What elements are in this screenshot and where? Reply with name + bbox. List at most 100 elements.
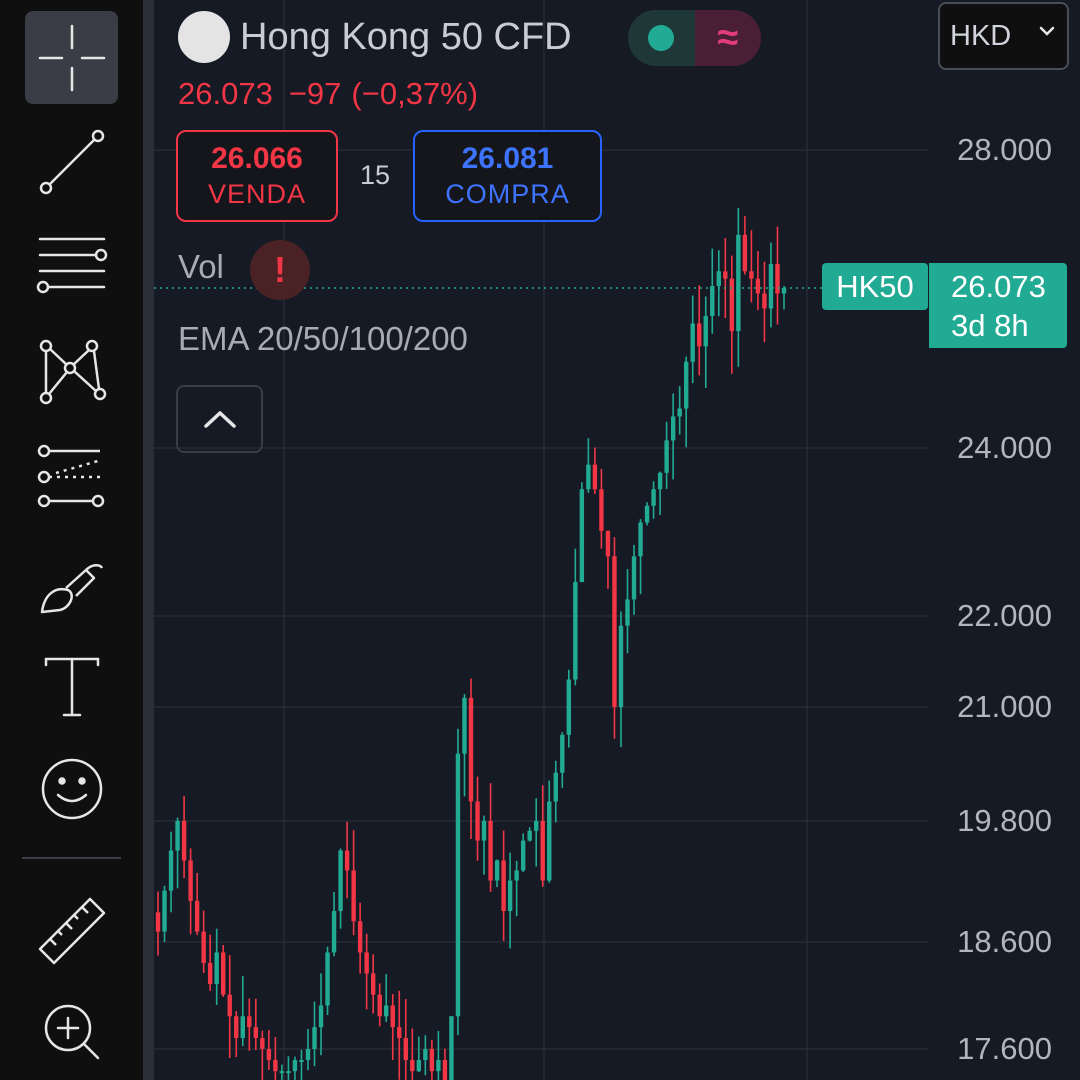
- candle: [325, 946, 330, 1016]
- candle-body: [462, 697, 467, 754]
- brush-tool[interactable]: [25, 535, 118, 628]
- candle: [670, 393, 676, 480]
- candle-body: [631, 556, 637, 600]
- zoom-in-tool[interactable]: [25, 985, 118, 1078]
- candle-body: [201, 931, 206, 963]
- candle-body: [781, 288, 787, 294]
- candle: [560, 732, 565, 788]
- candle-body: [566, 679, 572, 735]
- candle: [207, 934, 213, 991]
- candle: [710, 248, 715, 334]
- candle: [416, 1036, 422, 1073]
- candle-body: [527, 830, 532, 841]
- candle-body: [299, 1060, 304, 1063]
- candle: [755, 251, 761, 311]
- candle-body: [442, 1060, 448, 1080]
- candle: [436, 1031, 441, 1080]
- candle-body: [390, 1005, 395, 1028]
- candle-body: [573, 582, 578, 680]
- text-tool[interactable]: [25, 640, 118, 733]
- market-status-pill[interactable]: ≈: [628, 10, 761, 66]
- candle-body: [338, 850, 343, 912]
- last-price-tag: 26.073 3d 8h: [929, 263, 1067, 348]
- symbol-header[interactable]: Hong Kong 50 CFD: [178, 10, 572, 64]
- candle-body: [194, 900, 200, 932]
- sell-label: VENDA: [207, 179, 307, 209]
- candle-body: [579, 489, 585, 583]
- candle-body: [723, 271, 728, 279]
- trend-line-icon: [39, 129, 104, 194]
- volume-alert-icon[interactable]: !: [250, 240, 310, 300]
- candle-body: [253, 1027, 259, 1039]
- candle-body: [370, 973, 376, 995]
- candle: [442, 1048, 448, 1080]
- candle-body: [397, 1027, 402, 1039]
- ruler-tool[interactable]: [25, 884, 118, 977]
- candle-body: [586, 464, 591, 490]
- spread-value: 15: [360, 160, 391, 190]
- currency-select[interactable]: HKD: [938, 2, 1069, 70]
- candle: [194, 872, 200, 935]
- candle: [292, 1056, 298, 1080]
- candle-body: [553, 772, 558, 802]
- candle-body: [749, 271, 754, 279]
- candle: [423, 1035, 428, 1076]
- ema-indicator-label[interactable]: EMA 20/50/100/200: [178, 320, 468, 358]
- forecast-tool[interactable]: [25, 430, 118, 523]
- horizontal-lines-tool[interactable]: [25, 220, 118, 313]
- candle: [370, 954, 376, 1014]
- candle-body: [534, 820, 539, 831]
- candle: [181, 795, 187, 879]
- candle-body: [520, 840, 526, 871]
- candle-body: [227, 994, 232, 1017]
- candle-body: [364, 952, 369, 974]
- candle: [599, 468, 604, 549]
- candle-body: [612, 556, 617, 708]
- collapse-legend-button[interactable]: [176, 385, 263, 453]
- candle: [331, 891, 337, 957]
- candle-body: [468, 697, 474, 802]
- candle-body: [168, 850, 174, 891]
- buy-button[interactable]: 26.081 COMPRA: [413, 130, 602, 222]
- candle-body: [690, 323, 695, 362]
- candle: [481, 815, 487, 875]
- candle: [768, 242, 774, 328]
- crosshair-tool[interactable]: [25, 11, 118, 104]
- candle-body: [644, 505, 650, 523]
- candle: [299, 1049, 304, 1080]
- candle-body: [507, 880, 513, 912]
- candle: [221, 944, 226, 997]
- emoji-tool[interactable]: [25, 742, 118, 835]
- candle-body: [716, 271, 721, 287]
- sell-button[interactable]: 26.066 VENDA: [176, 130, 338, 222]
- text-icon: [44, 657, 99, 716]
- candle: [351, 830, 356, 936]
- candle-body: [592, 464, 598, 490]
- candle: [247, 998, 252, 1051]
- candle: [494, 859, 500, 888]
- trend-line-tool[interactable]: [25, 115, 118, 208]
- candle: [155, 891, 161, 956]
- candle-body: [305, 1049, 311, 1061]
- candle-body: [273, 1060, 278, 1072]
- candle: [273, 1036, 278, 1080]
- y-tick-label: 19.800: [957, 803, 1052, 838]
- horizontal-lines-icon: [36, 237, 107, 293]
- candle: [716, 250, 721, 317]
- candle-body: [181, 820, 187, 861]
- candle-body: [377, 994, 382, 1017]
- candle-body: [312, 1027, 317, 1049]
- y-tick-label: 22.000: [957, 598, 1052, 633]
- candle-body: [664, 440, 669, 473]
- candle-body: [697, 323, 702, 347]
- chevron-up-icon: [203, 411, 236, 428]
- candle-body: [670, 416, 676, 441]
- candle: [534, 798, 539, 867]
- candle-body: [514, 870, 519, 881]
- candle: [455, 728, 461, 1036]
- volume-indicator-label[interactable]: Vol: [178, 248, 224, 286]
- market-open-indicator: [628, 10, 695, 66]
- candle-body: [605, 530, 611, 557]
- pattern-tool[interactable]: [25, 323, 118, 416]
- buy-label: COMPRA: [445, 179, 570, 209]
